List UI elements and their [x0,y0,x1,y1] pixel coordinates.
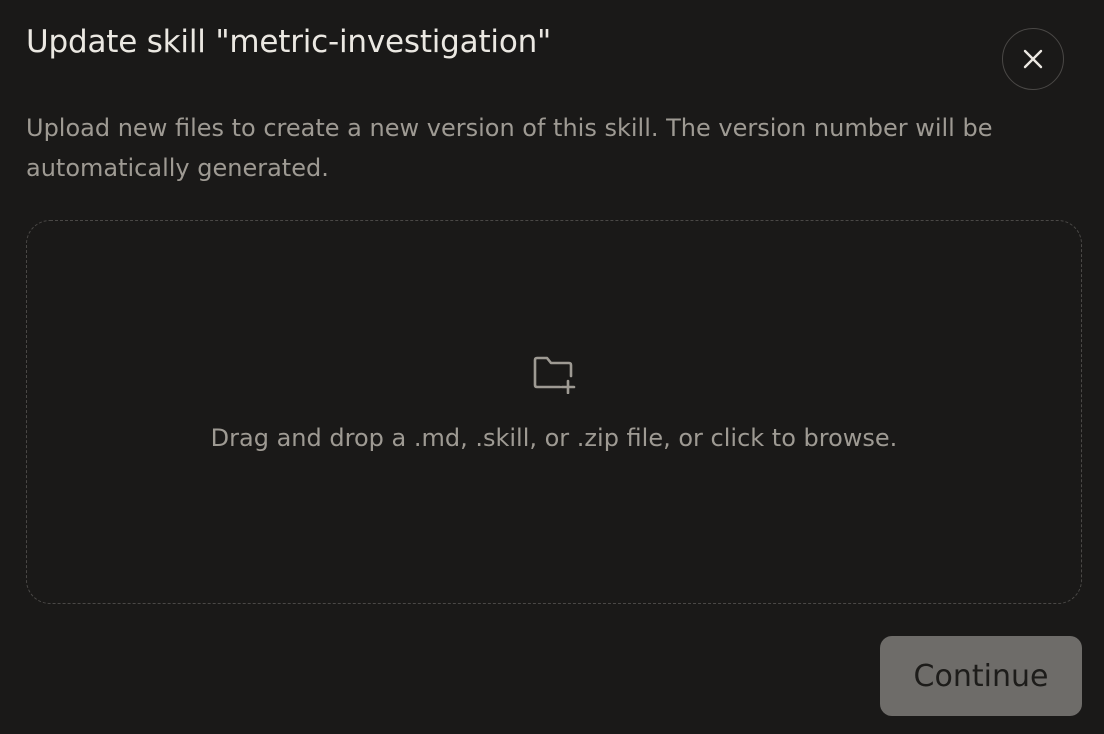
dialog-title: Update skill "metric-investigation" [26,24,552,60]
dropzone-instructions: Drag and drop a .md, .skill, or .zip fil… [210,424,898,452]
continue-button[interactable]: Continue [880,636,1082,716]
close-button[interactable] [1002,28,1064,90]
file-dropzone[interactable]: Drag and drop a .md, .skill, or .zip fil… [26,220,1082,604]
update-skill-dialog: Update skill "metric-investigation" Uplo… [0,0,1104,734]
folder-plus-icon [533,356,576,394]
dialog-description: Upload new files to create a new version… [26,114,993,182]
close-icon [1023,49,1043,69]
